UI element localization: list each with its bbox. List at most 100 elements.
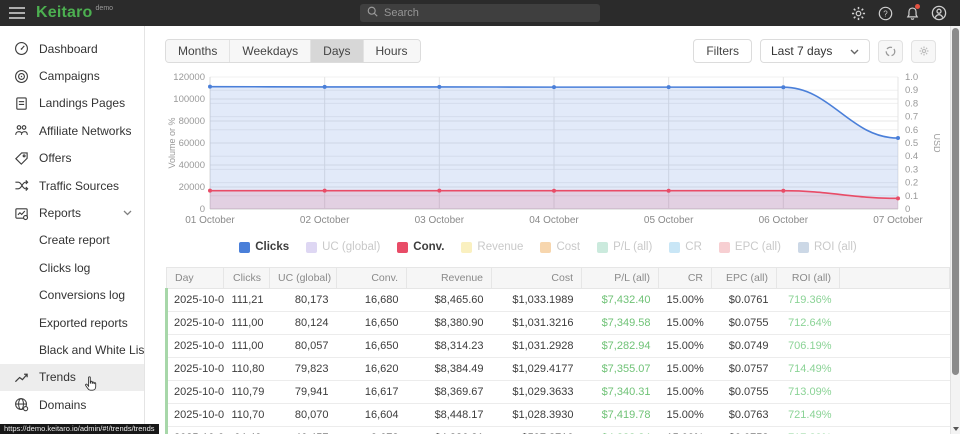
legend-item-p-l-all[interactable]: P/L (all) xyxy=(597,241,652,253)
cell-p-l-all: $7,340.31 xyxy=(582,381,659,404)
tab-hours[interactable]: Hours xyxy=(364,40,420,62)
search-box[interactable] xyxy=(360,4,600,22)
table-row[interactable]: 2025-10-03111,0080,05716,650$8,314.23$1,… xyxy=(167,335,950,358)
domains-icon xyxy=(13,397,29,413)
legend-label: Conv. xyxy=(413,241,444,253)
date-range-select[interactable]: Last 7 days xyxy=(760,39,870,63)
column-header-filler xyxy=(840,268,950,289)
cell-revenue: $8,448.17 xyxy=(407,404,492,427)
table-row[interactable]: 2025-10-0764,4946,4579,672$4,886.21$597.… xyxy=(167,427,950,434)
legend-item-cr[interactable]: CR xyxy=(669,241,702,253)
legend-item-clicks[interactable]: Clicks xyxy=(239,241,289,253)
svg-text:Volume or %: Volume or % xyxy=(167,117,177,168)
cell-clicks: 110,79 xyxy=(224,381,270,404)
tab-days[interactable]: Days xyxy=(311,40,363,62)
cell-revenue: $8,380.90 xyxy=(407,312,492,335)
sidebar-item-landings-pages[interactable]: Landings Pages xyxy=(0,90,144,117)
scrollbar-down-arrow[interactable] xyxy=(953,427,959,431)
search-input[interactable] xyxy=(384,7,584,19)
cell-conv: 16,650 xyxy=(337,312,407,335)
legend-item-revenue[interactable]: Revenue xyxy=(461,241,523,253)
dashboard-icon xyxy=(13,41,29,57)
logo[interactable]: Keitaro demo xyxy=(36,0,113,26)
tab-months[interactable]: Months xyxy=(166,40,230,62)
column-header-uc-global[interactable]: UC (global) xyxy=(270,268,337,289)
bell-icon[interactable] xyxy=(903,4,921,22)
column-header-clicks[interactable]: Clicks xyxy=(224,268,270,289)
sidebar-item-label: Offers xyxy=(39,151,71,165)
table-row[interactable]: 2025-10-01111,2180,17316,680$8,465.60$1,… xyxy=(167,289,950,312)
chevron-down-icon xyxy=(850,44,859,58)
sidebar-item-campaigns[interactable]: Campaigns xyxy=(0,62,144,89)
cell-clicks: 111,00 xyxy=(224,335,270,358)
cell-conv: 16,650 xyxy=(337,335,407,358)
column-header-day[interactable]: Day xyxy=(167,268,224,289)
cell-epc-all: $0.0763 xyxy=(712,404,777,427)
legend-label: Revenue xyxy=(477,241,523,253)
legend-item-conv[interactable]: Conv. xyxy=(397,241,444,253)
legend-item-uc-global[interactable]: UC (global) xyxy=(306,241,380,253)
legend-swatch xyxy=(239,242,250,253)
account-icon[interactable] xyxy=(930,4,948,22)
vertical-scrollbar[interactable] xyxy=(950,26,960,434)
legend-item-roi-all[interactable]: ROI (all) xyxy=(798,241,857,253)
logo-badge: demo xyxy=(96,5,114,12)
table-row[interactable]: 2025-10-02111,0080,12416,650$8,380.90$1,… xyxy=(167,312,950,335)
cell-uc-global: 79,941 xyxy=(270,381,337,404)
sidebar-item-trends[interactable]: Trends xyxy=(0,364,144,391)
sidebar-item-affiliate-networks[interactable]: Affiliate Networks xyxy=(0,117,144,144)
table-row[interactable]: 2025-10-04110,8079,82316,620$8,384.49$1,… xyxy=(167,358,950,381)
svg-text:?: ? xyxy=(883,9,888,18)
svg-text:01 October: 01 October xyxy=(185,215,235,226)
sidebar-item-dashboard[interactable]: Dashboard xyxy=(0,35,144,62)
cell-epc-all: $0.0755 xyxy=(712,312,777,335)
column-header-revenue[interactable]: Revenue xyxy=(407,268,492,289)
filters-button[interactable]: Filters xyxy=(693,39,752,63)
cell-cost: $597.8710 xyxy=(492,427,582,434)
menu-icon[interactable] xyxy=(0,0,34,26)
legend-swatch xyxy=(669,242,680,253)
column-header-conv[interactable]: Conv. xyxy=(337,268,407,289)
column-header-p-l-all[interactable]: P/L (all) xyxy=(582,268,659,289)
tab-weekdays[interactable]: Weekdays xyxy=(230,40,311,62)
cell-conv: 16,604 xyxy=(337,404,407,427)
help-icon[interactable]: ? xyxy=(876,4,894,22)
sidebar-item-offers[interactable]: Offers xyxy=(0,145,144,172)
table-row[interactable]: 2025-10-05110,7979,94116,617$8,369.67$1,… xyxy=(167,381,950,404)
sidebar-item-create-report[interactable]: Create report xyxy=(0,227,144,254)
cell-roi-all: 719.36% xyxy=(777,289,840,312)
legend-swatch xyxy=(540,242,551,253)
svg-text:03 October: 03 October xyxy=(415,215,465,226)
scrollbar-thumb[interactable] xyxy=(952,28,959,375)
table-header-row: DayClicksUC (global)Conv.RevenueCostP/L … xyxy=(167,268,950,289)
sidebar-item-domains[interactable]: Domains xyxy=(0,391,144,418)
svg-text:40000: 40000 xyxy=(179,160,205,171)
legend-item-cost[interactable]: Cost xyxy=(540,241,580,253)
sidebar-item-label: Affiliate Networks xyxy=(39,124,131,138)
column-header-cr[interactable]: CR xyxy=(659,268,712,289)
chart-settings-button[interactable] xyxy=(911,40,936,63)
cell-uc-global: 46,457 xyxy=(270,427,337,434)
cell-epc-all: $0.0758 xyxy=(712,427,777,434)
sidebar-item-clicks-log[interactable]: Clicks log xyxy=(0,254,144,281)
column-header-roi-all[interactable]: ROI (all) xyxy=(777,268,840,289)
refresh-button[interactable] xyxy=(878,40,903,63)
gear-icon[interactable] xyxy=(849,4,867,22)
sidebar-item-black-and-white-lists[interactable]: Black and White Lists xyxy=(0,336,144,363)
sidebar-item-conversions-log[interactable]: Conversions log xyxy=(0,282,144,309)
sidebar-item-label: Traffic Sources xyxy=(39,179,119,193)
sidebar: DashboardCampaignsLandings Pages Affiliat… xyxy=(0,26,145,434)
legend-item-epc-all[interactable]: EPC (all) xyxy=(719,241,781,253)
column-header-epc-all[interactable]: EPC (all) xyxy=(712,268,777,289)
sidebar-menu: DashboardCampaignsLandings Pages Affiliat… xyxy=(0,35,144,418)
svg-text:0.1: 0.1 xyxy=(905,191,918,202)
cell-uc-global: 79,823 xyxy=(270,358,337,381)
sidebar-item-reports[interactable]: Reports xyxy=(0,199,144,226)
svg-text:04 October: 04 October xyxy=(529,215,579,226)
table-row[interactable]: 2025-10-06110,7080,07016,604$8,448.17$1,… xyxy=(167,404,950,427)
sidebar-item-exported-reports[interactable]: Exported reports xyxy=(0,309,144,336)
column-header-cost[interactable]: Cost xyxy=(492,268,582,289)
cell-filler xyxy=(840,358,950,381)
sidebar-item-traffic-sources[interactable]: Traffic Sources xyxy=(0,172,144,199)
legend-swatch xyxy=(306,242,317,253)
